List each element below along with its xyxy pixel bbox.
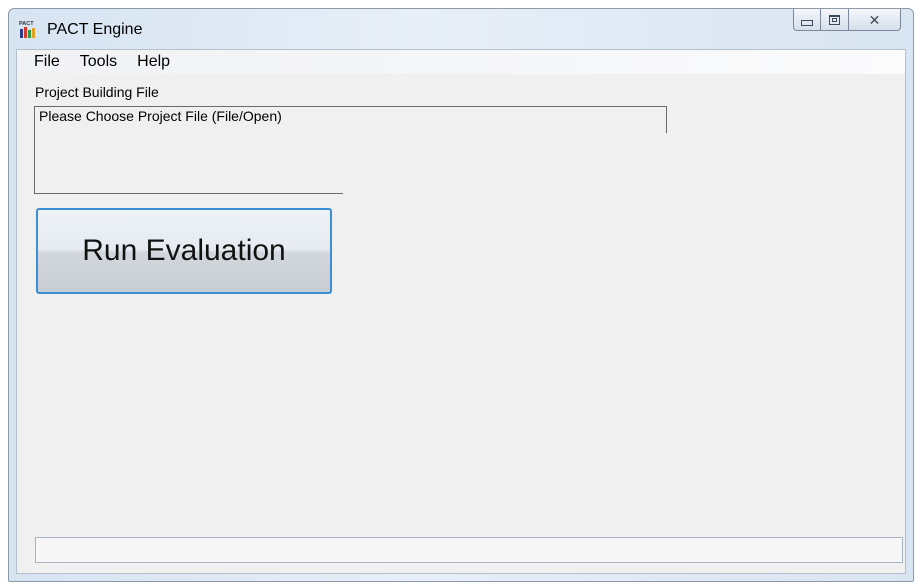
app-window: PACT PACT Engine ✕ File Tools Help Proje…	[8, 8, 914, 582]
minimize-button[interactable]	[793, 9, 821, 31]
pact-app-icon: PACT	[19, 21, 35, 38]
menu-help[interactable]: Help	[130, 53, 177, 71]
project-file-label: Project Building File	[35, 84, 159, 100]
window-title: PACT Engine	[47, 21, 143, 38]
project-file-value: Please Choose Project File (File/Open)	[39, 108, 282, 124]
maximize-button[interactable]	[821, 9, 849, 31]
maximize-icon	[829, 14, 840, 25]
status-bar	[35, 537, 903, 563]
minimize-icon	[801, 19, 813, 26]
title-bar[interactable]: PACT PACT Engine ✕	[9, 9, 913, 49]
client-area: File Tools Help Project Building File Pl…	[16, 49, 906, 574]
menu-tools[interactable]: Tools	[73, 53, 124, 71]
close-button[interactable]: ✕	[849, 9, 901, 31]
caption-buttons: ✕	[793, 9, 901, 33]
menu-bar: File Tools Help	[17, 50, 905, 74]
app-icon-text: PACT	[19, 21, 34, 27]
close-icon: ✕	[868, 11, 881, 28]
run-evaluation-button[interactable]: Run Evaluation	[36, 208, 332, 294]
menu-file[interactable]: File	[27, 53, 67, 71]
